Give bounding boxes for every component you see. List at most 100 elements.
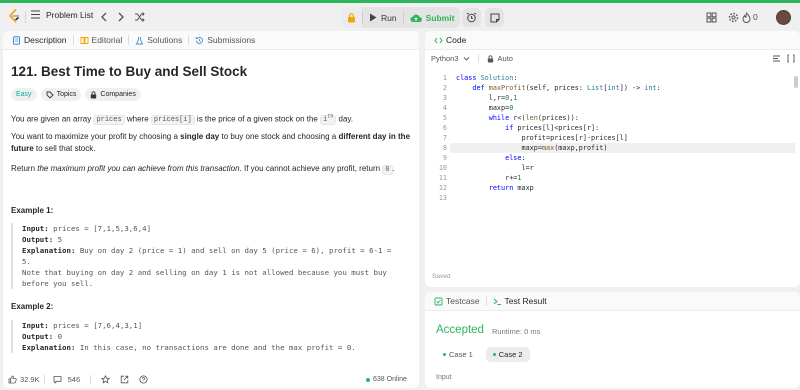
help-circle-icon[interactable]: [139, 375, 148, 384]
line-number: 5: [442, 114, 447, 122]
star-icon[interactable]: [101, 375, 111, 384]
example-1-explanation: Explanation: Buy on day 2 (price = 1) an…: [22, 245, 411, 256]
code-line: r+=1: [456, 174, 522, 182]
description-panel: Description Editorial Solutions Submissi…: [3, 31, 419, 388]
avatar[interactable]: [776, 10, 791, 25]
tab-divider: [188, 35, 190, 45]
example-1-output-value: 5: [53, 235, 63, 244]
toolbar-divider: [477, 54, 479, 63]
chevron-down-icon[interactable]: [463, 56, 470, 62]
example-2-block: Input: prices = [7,6,4,3,1] Output: 0 Ex…: [11, 320, 411, 353]
leetcode-logo-icon[interactable]: [7, 9, 21, 23]
result-tabbar: Testcase Test Result: [425, 292, 800, 311]
tab-code[interactable]: Code: [430, 35, 470, 45]
timer-button[interactable]: [462, 8, 481, 27]
format-lines-icon[interactable]: [772, 54, 781, 63]
code-tabbar: Code: [425, 31, 800, 50]
case-1-tab[interactable]: Case 1: [436, 347, 480, 362]
tab-test-result-label: Test Result: [504, 296, 547, 306]
like-count: 32.9K: [20, 375, 40, 384]
footer-divider: [43, 375, 45, 384]
problem-title[interactable]: 121. Best Time to Buy and Sell Stock: [11, 64, 247, 79]
next-problem-button[interactable]: [115, 10, 127, 23]
code-line: class Solution:: [456, 74, 518, 82]
list-icon: [30, 10, 40, 19]
streak-count: 0: [753, 12, 758, 22]
tag-icon: [46, 91, 54, 99]
p1-text-b: where: [124, 114, 151, 124]
comments-button[interactable]: 546: [53, 375, 80, 384]
example-1-input-value: prices = [7,1,5,3,6,4]: [48, 224, 152, 233]
share-icon[interactable]: [120, 375, 129, 384]
layout-grid-icon[interactable]: [706, 12, 717, 23]
line-number: 9: [442, 154, 447, 162]
example-1-input: Input: prices = [7,1,5,3,6,4]: [22, 223, 411, 234]
online-count: 638 Online: [373, 376, 407, 383]
tab-solutions[interactable]: Solutions: [131, 35, 186, 45]
notes-button[interactable]: [485, 8, 504, 27]
code-line: while r<(len(prices)):: [488, 114, 579, 122]
lock-icon: [91, 90, 97, 98]
bug-lock-icon: [348, 12, 355, 22]
topics-label: Topics: [56, 91, 77, 98]
case-pass-dot: [492, 353, 496, 356]
tab-description-label: Description: [24, 35, 67, 45]
p1-code-prices-i: prices[i]: [150, 115, 195, 126]
description-paragraph-1: You are given an array prices where pric…: [11, 111, 411, 126]
code-line: def maxProfit(self, prices: List[int]) -…: [472, 84, 661, 92]
chevron-right-icon: [118, 12, 124, 21]
p3-code-zero: 0: [382, 165, 393, 175]
companies-chip[interactable]: Companies: [85, 88, 141, 101]
code-editor-panel: Code Python3 Auto 1 class Solution: 2 def …: [425, 31, 800, 287]
fire-streak-icon[interactable]: [741, 12, 752, 23]
code-line: if prices[l]<prices[r]:: [505, 124, 600, 132]
tab-description[interactable]: Description: [8, 35, 71, 45]
example-1-output: Output: 5: [22, 234, 411, 245]
p1-text-c: is the price of a given stock on the: [194, 114, 321, 124]
example-1-input-label: Input:: [22, 224, 49, 233]
expand-bracket-icon[interactable]: [787, 54, 795, 63]
line-number: 1: [442, 74, 447, 82]
example-2-output: Output: 0: [22, 331, 411, 342]
submit-button[interactable]: Submit: [404, 7, 461, 28]
case-2-tab[interactable]: Case 2: [485, 347, 530, 362]
example-2-expl-label: Explanation:: [22, 343, 76, 352]
tab-editorial-label: Editorial: [91, 35, 123, 45]
online-indicator: 638 Online: [366, 376, 407, 383]
gear-icon[interactable]: [728, 12, 739, 23]
alarm-clock-icon: [466, 12, 477, 23]
editor-scrollbar[interactable]: [794, 76, 798, 88]
example-1-block: Input: prices = [7,1,5,3,6,4] Output: 5 …: [11, 223, 411, 289]
example-2-input: Input: prices = [7,6,4,3,1]: [22, 320, 411, 331]
tab-divider: [72, 35, 74, 45]
like-button[interactable]: 32.9K: [8, 375, 40, 384]
code-line: maxp=0: [456, 104, 514, 112]
debug-button[interactable]: [341, 7, 362, 28]
random-problem-button[interactable]: [133, 10, 145, 23]
footer-divider: [90, 375, 92, 384]
language-select[interactable]: Python3: [431, 54, 459, 63]
example-2-input-label: Input:: [22, 321, 49, 330]
chevron-left-icon: [101, 12, 107, 21]
prev-problem-button[interactable]: [98, 10, 110, 23]
tab-testcase[interactable]: Testcase: [430, 296, 484, 306]
line-number: 2: [442, 84, 447, 92]
example-2-heading: Example 2:: [11, 302, 54, 311]
example-2-output-value: 0: [53, 332, 63, 341]
auto-label[interactable]: Auto: [498, 54, 513, 63]
comment-icon: [53, 376, 62, 384]
run-button[interactable]: Run: [363, 7, 403, 28]
code-line: maxp=max(maxp,profit): [456, 144, 608, 152]
problem-list-button[interactable]: Problem List: [30, 9, 93, 20]
topics-chip[interactable]: Topics: [40, 88, 82, 101]
example-2-input-value: prices = [7,6,4,3,1]: [48, 321, 143, 330]
tab-code-label: Code: [446, 35, 467, 45]
p1-code-prices: prices: [93, 115, 125, 126]
tab-editorial[interactable]: Editorial: [76, 35, 127, 45]
description-paragraph-3: Return the maximum profit you can achiev…: [11, 163, 411, 176]
note-icon: [490, 13, 499, 22]
tab-test-result[interactable]: Test Result: [489, 296, 551, 306]
tab-submissions[interactable]: Submissions: [191, 35, 259, 45]
tab-testcase-label: Testcase: [446, 296, 480, 306]
line-number: 11: [438, 174, 447, 182]
